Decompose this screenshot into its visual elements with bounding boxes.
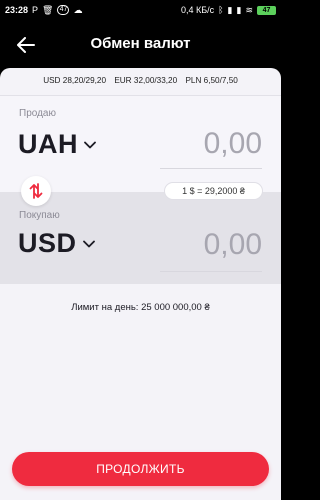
notification-count-badge: 47 <box>57 5 70 15</box>
cloud-icon: ☁ <box>73 4 83 15</box>
rate-usd-value: 28,20/29,20 <box>62 76 107 85</box>
sell-amount-underline <box>160 168 262 169</box>
wifi-icon: ≋ <box>245 4 253 15</box>
battery-icon: 47 <box>257 5 276 15</box>
sell-amount-input[interactable] <box>160 125 262 163</box>
continue-button[interactable]: ПРОДОЛЖИТЬ <box>12 452 269 486</box>
rate-eur-code: EUR <box>114 76 132 85</box>
status-time: 23:28 <box>5 5 29 15</box>
rate-pln: PLN 6,50/7,50 <box>185 76 237 85</box>
buy-label: Покупаю <box>19 210 60 221</box>
rate-usd: USD 28,20/29,20 <box>43 76 108 85</box>
rate-chip: 1 $ = 29,2000 ₴ <box>164 182 263 200</box>
page-title: Обмен валют <box>90 35 191 52</box>
chevron-down-icon <box>82 240 95 247</box>
exchange-sheet: USD 28,20/29,20 EUR 32,00/33,20 PLN 6,50… <box>0 68 281 500</box>
network-speed: 0,4 КБ/с <box>180 5 215 15</box>
rate-eur: EUR 32,00/33,20 <box>114 76 179 85</box>
chevron-down-icon <box>84 141 96 148</box>
parking-icon: P <box>32 5 39 15</box>
rate-pln-value: 6,50/7,50 <box>203 76 238 85</box>
sell-label: Продаю <box>19 108 56 119</box>
buy-amount-underline <box>160 271 262 272</box>
daily-limit-text: Лимит на день: 25 000 000,00 ₴ <box>71 302 210 313</box>
signal-icon-2: ▮ <box>236 4 242 15</box>
sell-currency-select[interactable]: UAH <box>18 129 96 160</box>
buy-amount-input[interactable] <box>160 226 262 264</box>
trash-icon: 🗑 <box>42 4 54 15</box>
rate-eur-value: 32,00/33,20 <box>133 76 178 85</box>
buy-block: Покупаю USD <box>0 192 281 284</box>
status-bar: 23:28 P 🗑 47 ☁ 0,4 КБ/с ᛒ ▮ ▮ ≋ 47 <box>0 0 281 20</box>
rates-strip: USD 28,20/29,20 EUR 32,00/33,20 PLN 6,50… <box>0 76 281 85</box>
swap-currencies-button[interactable] <box>21 176 51 206</box>
buy-currency-select[interactable]: USD <box>18 228 95 259</box>
app-header: Обмен валют <box>0 20 281 68</box>
rate-pln-code: PLN <box>185 76 202 85</box>
signal-icon: ▮ <box>227 4 233 15</box>
bluetooth-icon: ᛒ <box>218 5 224 15</box>
sell-currency-code: UAH <box>18 129 78 159</box>
rate-usd-code: USD <box>43 76 61 85</box>
swap-arrows-icon <box>29 183 43 199</box>
buy-currency-code: USD <box>18 228 77 258</box>
